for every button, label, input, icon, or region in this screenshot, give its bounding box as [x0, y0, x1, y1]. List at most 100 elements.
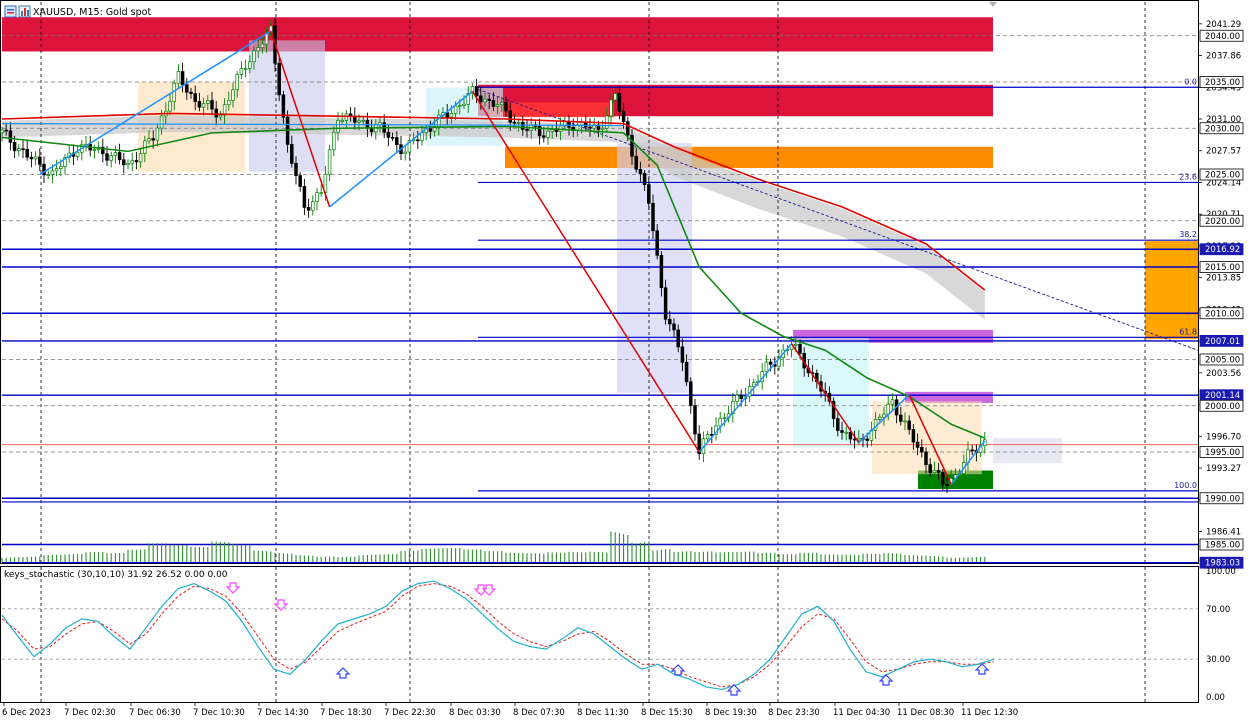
candle-body: [315, 192, 319, 202]
time-tick-label: 11 Dec 12:30: [961, 708, 1018, 718]
candle-body: [327, 149, 332, 175]
price-tick-label: 1993.27: [1206, 464, 1241, 474]
candle-body: [29, 156, 34, 160]
candle-body: [764, 361, 769, 372]
candle-body: [638, 168, 643, 174]
candle-body: [130, 160, 134, 164]
candle-body: [768, 361, 773, 365]
candle-body: [210, 100, 214, 110]
candle-body: [340, 119, 344, 122]
chart-window[interactable]: 0.0 23.6 38.2 61.8 100.0 2041.29 2037.86 2034.…: [0, 0, 1251, 721]
candle-body: [395, 137, 399, 146]
time-tick-label: 7 Dec 18:30: [320, 708, 372, 718]
candle-body: [17, 148, 21, 152]
candle-body: [319, 192, 323, 194]
price-level-label: 2001.14: [1205, 391, 1240, 401]
fib-level-label: 61.8: [1179, 327, 1197, 336]
stoch-axis-label: 30.00: [1206, 655, 1230, 665]
candle-body: [458, 105, 462, 107]
candle-body: [668, 318, 672, 325]
price-chart[interactable]: 0.023.638.261.8100.0 2041.292037.862034.…: [0, 0, 1251, 721]
candle-body: [613, 93, 617, 101]
candle-body: [33, 156, 38, 160]
time-tick-label: 7 Dec 14:30: [257, 708, 309, 718]
candle-body: [970, 449, 974, 452]
candle-body: [911, 429, 916, 443]
candle-body: [0, 129, 4, 134]
candle-body: [899, 414, 903, 422]
time-tick-label: 7 Dec 22:30: [384, 708, 436, 718]
candle-body: [630, 134, 634, 157]
time-tick-label: 7 Dec 02:30: [64, 708, 116, 718]
price-level-label: 2020.00: [1205, 217, 1240, 227]
candle-body: [92, 149, 97, 151]
candle-body: [122, 159, 126, 166]
candle-body: [403, 151, 407, 155]
candle-body: [495, 104, 500, 107]
candle-body: [197, 101, 202, 108]
candle-body: [189, 91, 193, 94]
candle-body: [369, 127, 374, 133]
candle-body: [689, 381, 693, 406]
session-box-b[interactable]: [249, 40, 325, 172]
time-tick-label: 8 Dec 07:30: [513, 708, 565, 718]
candle-body: [306, 207, 311, 211]
candle-body: [12, 141, 17, 152]
price-level-label: 2005.00: [1205, 356, 1240, 366]
candle-body: [886, 403, 890, 415]
candle-body: [147, 138, 151, 142]
candle-body: [680, 346, 685, 363]
candle-body: [794, 344, 798, 346]
candle-body: [605, 115, 609, 129]
candle-body: [185, 84, 189, 93]
candle-body: [176, 71, 181, 84]
candle-body: [882, 413, 886, 418]
candle-body: [462, 103, 466, 106]
candle-body: [46, 174, 50, 176]
price-tick-label: 2013.85: [1206, 274, 1241, 284]
orange-zone[interactable]: [505, 146, 993, 169]
candle-body: [416, 139, 420, 142]
price-tick-label: 2037.86: [1206, 52, 1241, 62]
candle-body: [865, 438, 869, 441]
candle-body: [390, 137, 395, 139]
candle-body: [932, 469, 937, 473]
candle-body: [525, 128, 529, 131]
candle-body: [684, 362, 689, 383]
candle-body: [483, 98, 487, 103]
supply-zone-top[interactable]: [2, 17, 993, 52]
candle-body: [663, 287, 668, 320]
session-box-g[interactable]: [993, 438, 1062, 464]
candle-body: [516, 121, 521, 124]
candle-body: [201, 103, 206, 108]
target-zone-orange[interactable]: [1145, 241, 1198, 340]
candle-body: [941, 472, 945, 485]
time-tick-label: 11 Dec 08:30: [897, 708, 954, 718]
candle-body: [474, 86, 479, 97]
candle-body: [487, 98, 491, 101]
price-tick-label: 2003.56: [1206, 369, 1241, 379]
chart-menu-icon[interactable]: [4, 5, 17, 18]
symbol-label: XAUUSD, M15: Gold spot: [33, 7, 151, 18]
candle-body: [550, 129, 554, 132]
stoch-axis-label: 70.00: [1206, 605, 1230, 615]
candle-body: [59, 166, 63, 169]
candle-body: [600, 127, 605, 130]
candle-body: [218, 114, 223, 118]
candle-body: [235, 73, 239, 91]
price-level-label: 2007.01: [1205, 337, 1240, 347]
price-tick-label: 2041.29: [1206, 20, 1241, 30]
candle-body: [844, 431, 848, 434]
candle-body: [512, 121, 517, 124]
candle-body: [857, 437, 861, 441]
fib-level-label: 0.0: [1184, 77, 1197, 86]
price-level-label: 2015.00: [1205, 263, 1240, 273]
candle-body: [647, 184, 651, 204]
candle-body: [542, 135, 546, 138]
candle-body: [693, 405, 697, 435]
candle-body: [903, 420, 907, 423]
candle-body: [4, 129, 8, 132]
price-level-label: 1985.00: [1205, 541, 1240, 551]
candle-body: [138, 153, 143, 163]
candle-body: [642, 173, 647, 185]
